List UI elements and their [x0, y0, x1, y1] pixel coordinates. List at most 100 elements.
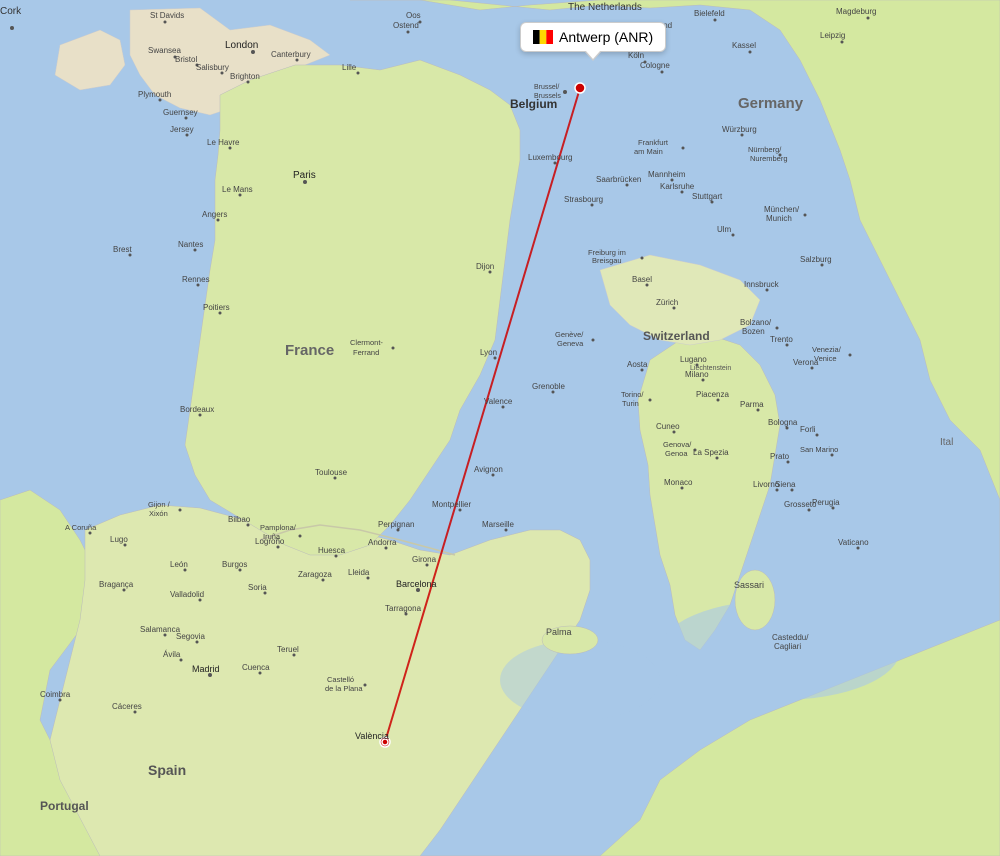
svg-text:Grenoble: Grenoble — [532, 382, 565, 391]
svg-text:Aosta: Aosta — [627, 360, 648, 369]
svg-text:Genoa: Genoa — [665, 449, 688, 458]
svg-text:Brighton: Brighton — [230, 72, 260, 81]
svg-text:Montpellier: Montpellier — [432, 500, 471, 509]
svg-text:Madrid: Madrid — [192, 664, 220, 674]
svg-text:Swansea: Swansea — [148, 46, 181, 55]
svg-text:Bristol: Bristol — [175, 55, 197, 64]
svg-text:Monaco: Monaco — [664, 478, 693, 487]
svg-text:Munich: Munich — [766, 214, 792, 223]
svg-text:Canterbury: Canterbury — [271, 50, 311, 59]
svg-text:València: València — [355, 731, 389, 741]
svg-text:Kassel: Kassel — [732, 41, 756, 50]
svg-text:Bragança: Bragança — [99, 580, 134, 589]
svg-text:Burgos: Burgos — [222, 560, 247, 569]
svg-text:Perpignan: Perpignan — [378, 520, 414, 529]
svg-text:Gijon /: Gijon / — [148, 500, 171, 509]
svg-text:Nuremberg: Nuremberg — [750, 154, 788, 163]
svg-text:Cork: Cork — [0, 6, 22, 17]
svg-text:Dijon: Dijon — [476, 262, 494, 271]
svg-text:Soria: Soria — [248, 583, 267, 592]
svg-text:Salisbury: Salisbury — [196, 63, 229, 72]
svg-text:The Netherlands: The Netherlands — [568, 2, 642, 13]
svg-text:La Spezia: La Spezia — [693, 448, 729, 457]
svg-text:Zaragoza: Zaragoza — [298, 570, 332, 579]
svg-text:Switzerland: Switzerland — [643, 329, 710, 343]
svg-text:Prato: Prato — [770, 452, 790, 461]
svg-text:Marseille: Marseille — [482, 520, 515, 529]
svg-text:Germany: Germany — [738, 95, 804, 112]
svg-text:Toulouse: Toulouse — [315, 468, 348, 477]
svg-text:Würzburg: Würzburg — [722, 125, 757, 134]
svg-text:Genova/: Genova/ — [663, 440, 692, 449]
svg-text:Köln: Köln — [628, 51, 644, 60]
svg-text:Milano: Milano — [685, 370, 709, 379]
svg-text:Rennes: Rennes — [182, 275, 210, 284]
svg-text:Castelló: Castelló — [327, 675, 354, 684]
svg-text:Valence: Valence — [484, 397, 513, 406]
svg-text:Brest: Brest — [113, 245, 132, 254]
airport-popup[interactable]: Antwerp (ANR) — [520, 22, 666, 52]
svg-text:Venice: Venice — [814, 354, 837, 363]
svg-text:Turin: Turin — [622, 399, 639, 408]
svg-text:San Marino: San Marino — [800, 445, 838, 454]
svg-text:Tarragona: Tarragona — [385, 604, 422, 613]
svg-text:Spain: Spain — [148, 762, 186, 778]
svg-text:Lille: Lille — [342, 63, 357, 72]
svg-text:Strasbourg: Strasbourg — [564, 195, 603, 204]
svg-text:Huesca: Huesca — [318, 546, 346, 555]
svg-text:Coimbra: Coimbra — [40, 690, 71, 699]
svg-text:Bielefeld: Bielefeld — [694, 9, 725, 18]
svg-text:Cáceres: Cáceres — [112, 702, 142, 711]
svg-text:Magdeburg: Magdeburg — [836, 7, 876, 16]
svg-text:Plymouth: Plymouth — [138, 90, 171, 99]
svg-text:Stuttgart: Stuttgart — [692, 192, 723, 201]
svg-text:Oos: Oos — [406, 11, 421, 20]
svg-text:Genève/: Genève/ — [555, 330, 584, 339]
svg-text:Angers: Angers — [202, 210, 227, 219]
svg-text:Cuneo: Cuneo — [656, 422, 680, 431]
svg-text:Andorra: Andorra — [368, 538, 397, 547]
svg-text:León: León — [170, 560, 188, 569]
svg-text:am Main: am Main — [634, 147, 663, 156]
svg-text:Bolzano/: Bolzano/ — [740, 318, 772, 327]
svg-text:London: London — [225, 40, 258, 51]
svg-text:Ital: Ital — [940, 437, 953, 448]
svg-text:A Coruña: A Coruña — [65, 523, 97, 532]
svg-text:Ostend: Ostend — [393, 21, 419, 30]
svg-text:Salamanca: Salamanca — [140, 625, 181, 634]
svg-text:Zürich: Zürich — [656, 298, 678, 307]
svg-text:Vaticano: Vaticano — [838, 538, 869, 547]
svg-text:Palma: Palma — [546, 627, 572, 637]
svg-text:Poitiers: Poitiers — [203, 303, 230, 312]
svg-text:Luxembourg: Luxembourg — [528, 153, 572, 162]
svg-text:Portugal: Portugal — [40, 799, 89, 813]
svg-text:Brussel/: Brussel/ — [534, 84, 559, 91]
svg-text:Torino/: Torino/ — [621, 390, 644, 399]
svg-text:Ferrand: Ferrand — [353, 348, 379, 357]
svg-text:Lugo: Lugo — [110, 535, 128, 544]
svg-text:Bilbao: Bilbao — [228, 515, 251, 524]
svg-text:Lugano: Lugano — [680, 355, 707, 364]
svg-text:Logroño: Logroño — [255, 537, 285, 546]
svg-text:Bordeaux: Bordeaux — [180, 405, 214, 414]
svg-text:Nürnberg/: Nürnberg/ — [748, 145, 782, 154]
svg-text:Leipzig: Leipzig — [820, 31, 845, 40]
svg-text:Bologna: Bologna — [768, 418, 798, 427]
svg-text:Teruel: Teruel — [277, 645, 299, 654]
svg-text:Ulm: Ulm — [717, 225, 732, 234]
svg-text:Cuenca: Cuenca — [242, 663, 270, 672]
airport-label: Antwerp (ANR) — [559, 29, 653, 45]
svg-text:Nantes: Nantes — [178, 240, 203, 249]
svg-text:Barcelona: Barcelona — [396, 579, 437, 589]
svg-text:Girona: Girona — [412, 555, 437, 564]
svg-text:Segovia: Segovia — [176, 632, 205, 641]
svg-text:Lleida: Lleida — [348, 568, 370, 577]
svg-text:Le Mans: Le Mans — [222, 185, 253, 194]
map-container: Cork St Davids Swansea Bristol Plymouth … — [0, 0, 1000, 856]
svg-text:Frankfurt: Frankfurt — [638, 138, 669, 147]
map-svg: Cork St Davids Swansea Bristol Plymouth … — [0, 0, 1000, 856]
svg-text:Sassari: Sassari — [734, 580, 764, 590]
svg-text:Paris: Paris — [293, 170, 316, 181]
svg-text:Jersey: Jersey — [170, 125, 194, 134]
svg-text:de la Plana: de la Plana — [325, 684, 363, 693]
